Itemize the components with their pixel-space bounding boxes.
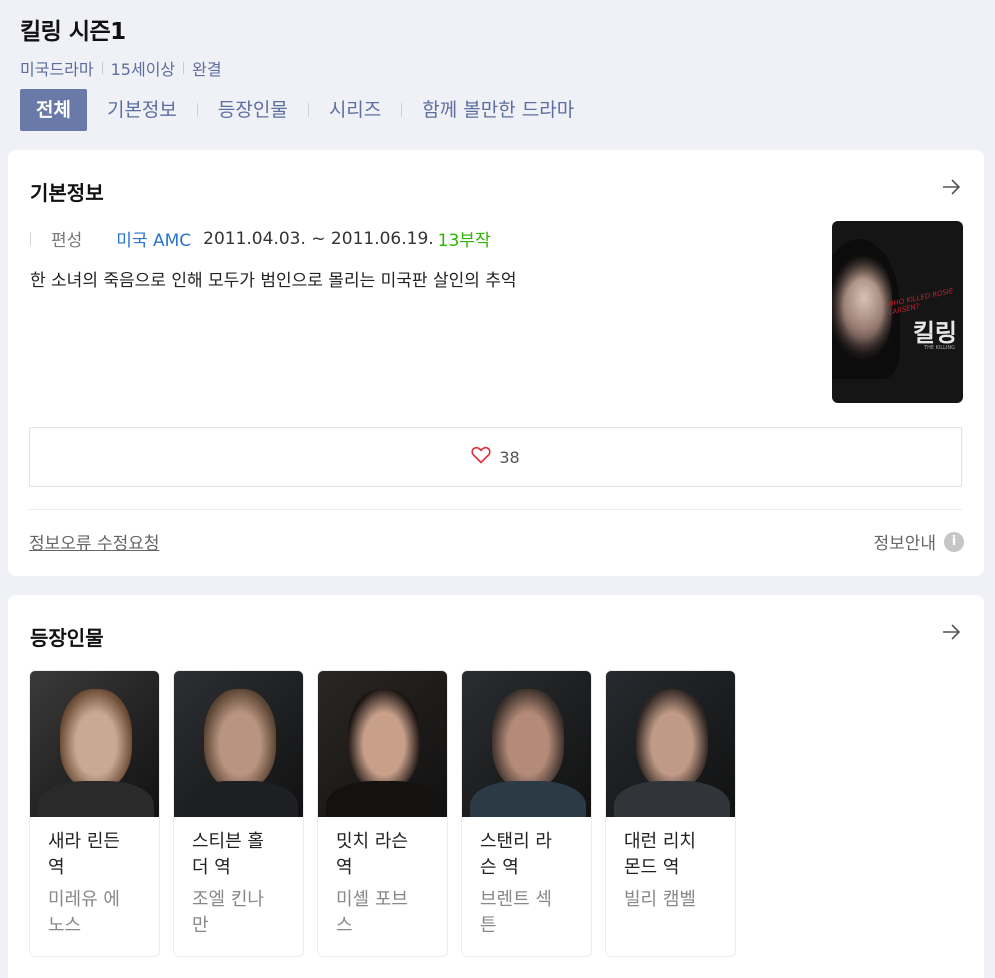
- cast-member-card[interactable]: 스티븐 홀 더 역 조엘 킨나 만: [173, 670, 304, 957]
- tab-bar: 전체 기본정보 등장인물 시리즈 함께 볼만한 드라마: [20, 89, 574, 131]
- cast-actor-line[interactable]: 노스: [48, 913, 141, 939]
- broadcast-info: 편성 미국 AMC 2011.04.03. ~ 2011.06.19. 13부작: [30, 226, 491, 251]
- cast-role-line: 새라 린든: [48, 831, 120, 852]
- cast-role-line: 스탠리 라: [480, 831, 552, 852]
- like-button[interactable]: 38: [29, 427, 962, 487]
- arrow-right-icon[interactable]: [940, 176, 962, 198]
- cast-face: [204, 689, 276, 789]
- cast-actor-line[interactable]: 미레유 에: [48, 887, 141, 913]
- page-header: 킬링 시즌1 미국드라마 15세이상 완결: [20, 12, 980, 80]
- cast-face: [60, 689, 132, 789]
- cast-shoulders: [326, 781, 442, 817]
- page-title: 킬링 시즌1: [20, 19, 126, 45]
- heart-icon: [471, 446, 491, 468]
- info-guide-label: 정보안내: [873, 534, 936, 554]
- cast-text: 대런 리치 몬드 역 빌리 캠벨: [606, 817, 735, 913]
- tab-similar-dramas[interactable]: 함께 볼만한 드라마: [422, 89, 574, 131]
- cast-face: [636, 689, 708, 789]
- cast-list: 새라 린든 역 미레유 에 노스 스티븐 홀 더 역 조엘 킨나 만 밋치 라슨…: [29, 670, 749, 957]
- synopsis: 한 소녀의 죽음으로 인해 모두가 범인으로 몰리는 미국판 살인의 추억: [30, 271, 517, 291]
- cast-role-line: 역: [48, 857, 65, 878]
- meta-divider: [101, 62, 103, 74]
- tab-all[interactable]: 전체: [20, 89, 87, 131]
- cast-role-line: 대런 리치: [624, 831, 696, 852]
- meta-genre: 미국드라마: [20, 60, 94, 79]
- meta-divider: [183, 62, 185, 74]
- cast-card-section: 등장인물 새라 린든 역 미레유 에 노스 스티븐 홀 더 역 조엘 킨나 만: [8, 595, 984, 978]
- cast-text: 새라 린든 역 미레유 에 노스: [30, 817, 159, 939]
- info-bar: [30, 231, 31, 246]
- cast-role-line: 스티븐 홀: [192, 831, 264, 852]
- tab-divider: [196, 103, 198, 117]
- cast-shoulders: [38, 781, 154, 817]
- cast-member-card[interactable]: 대런 리치 몬드 역 빌리 캠벨: [605, 670, 736, 957]
- cast-actor-line[interactable]: 브렌트 섹: [480, 887, 573, 913]
- air-dates: 2011.04.03. ~ 2011.06.19.: [203, 228, 434, 249]
- info-guide-button[interactable]: 정보안내 i: [873, 529, 964, 554]
- cast-shoulders: [614, 781, 730, 817]
- cast-photo: [606, 671, 735, 817]
- tab-divider: [401, 103, 403, 117]
- tab-series[interactable]: 시리즈: [329, 89, 381, 131]
- poster-image[interactable]: WHO KILLED ROSIE LARSEN? 킬링 THE KILLING: [832, 221, 963, 403]
- cast-actor-line[interactable]: 튼: [480, 913, 573, 939]
- cast-actor-line[interactable]: 빌리 캠벨: [624, 887, 717, 913]
- cast-title[interactable]: 등장인물: [30, 622, 104, 651]
- basic-info-card: 기본정보 편성 미국 AMC 2011.04.03. ~ 2011.06.19.…: [8, 150, 984, 576]
- cast-photo: [318, 671, 447, 817]
- broadcast-label: 편성: [51, 231, 83, 251]
- cast-member-card[interactable]: 스탠리 라 슨 역 브렌트 섹 튼: [461, 670, 592, 957]
- meta-status: 완결: [192, 60, 222, 79]
- divider: [29, 509, 962, 510]
- cast-role-line: 더 역: [192, 857, 231, 878]
- cast-actor-line[interactable]: 만: [192, 913, 285, 939]
- cast-text: 스티븐 홀 더 역 조엘 킨나 만: [174, 817, 303, 939]
- cast-actor-line[interactable]: 미셸 포브: [336, 887, 429, 913]
- cast-face: [348, 689, 420, 789]
- tab-basic-info[interactable]: 기본정보: [107, 89, 177, 131]
- like-count: 38: [499, 447, 520, 467]
- cast-role-line: 몬드 역: [624, 857, 680, 878]
- info-icon: i: [944, 531, 964, 552]
- episode-count: 13부작: [437, 231, 491, 251]
- cast-member-card[interactable]: 새라 린든 역 미레유 에 노스: [29, 670, 160, 957]
- tab-divider: [307, 103, 309, 117]
- cast-role-line: 밋치 라슨: [336, 831, 408, 852]
- cast-text: 스탠리 라 슨 역 브렌트 섹 튼: [462, 817, 591, 939]
- edit-request-link[interactable]: 정보오류 수정요청: [29, 529, 160, 554]
- cast-photo: [30, 671, 159, 817]
- cast-shoulders: [470, 781, 586, 817]
- cast-face: [492, 689, 564, 789]
- poster-logo-sub: THE KILLING: [924, 345, 955, 351]
- basic-info-title[interactable]: 기본정보: [30, 177, 104, 206]
- arrow-right-icon[interactable]: [940, 621, 962, 643]
- tab-cast[interactable]: 등장인물: [218, 89, 288, 131]
- cast-role-line: 역: [336, 857, 353, 878]
- cast-text: 밋치 라슨 역 미셸 포브 스: [318, 817, 447, 939]
- network-link[interactable]: 미국 AMC: [116, 226, 191, 251]
- cast-shoulders: [182, 781, 298, 817]
- cast-photo: [174, 671, 303, 817]
- drama-meta: 미국드라마 15세이상 완결: [20, 56, 980, 80]
- poster-logo: 킬링: [912, 319, 957, 347]
- cast-actor-line[interactable]: 조엘 킨나: [192, 887, 285, 913]
- cast-photo: [462, 671, 591, 817]
- meta-rating: 15세이상: [110, 60, 176, 79]
- cast-role-line: 슨 역: [480, 857, 519, 878]
- cast-member-card[interactable]: 밋치 라슨 역 미셸 포브 스: [317, 670, 448, 957]
- cast-actor-line[interactable]: 스: [336, 913, 429, 939]
